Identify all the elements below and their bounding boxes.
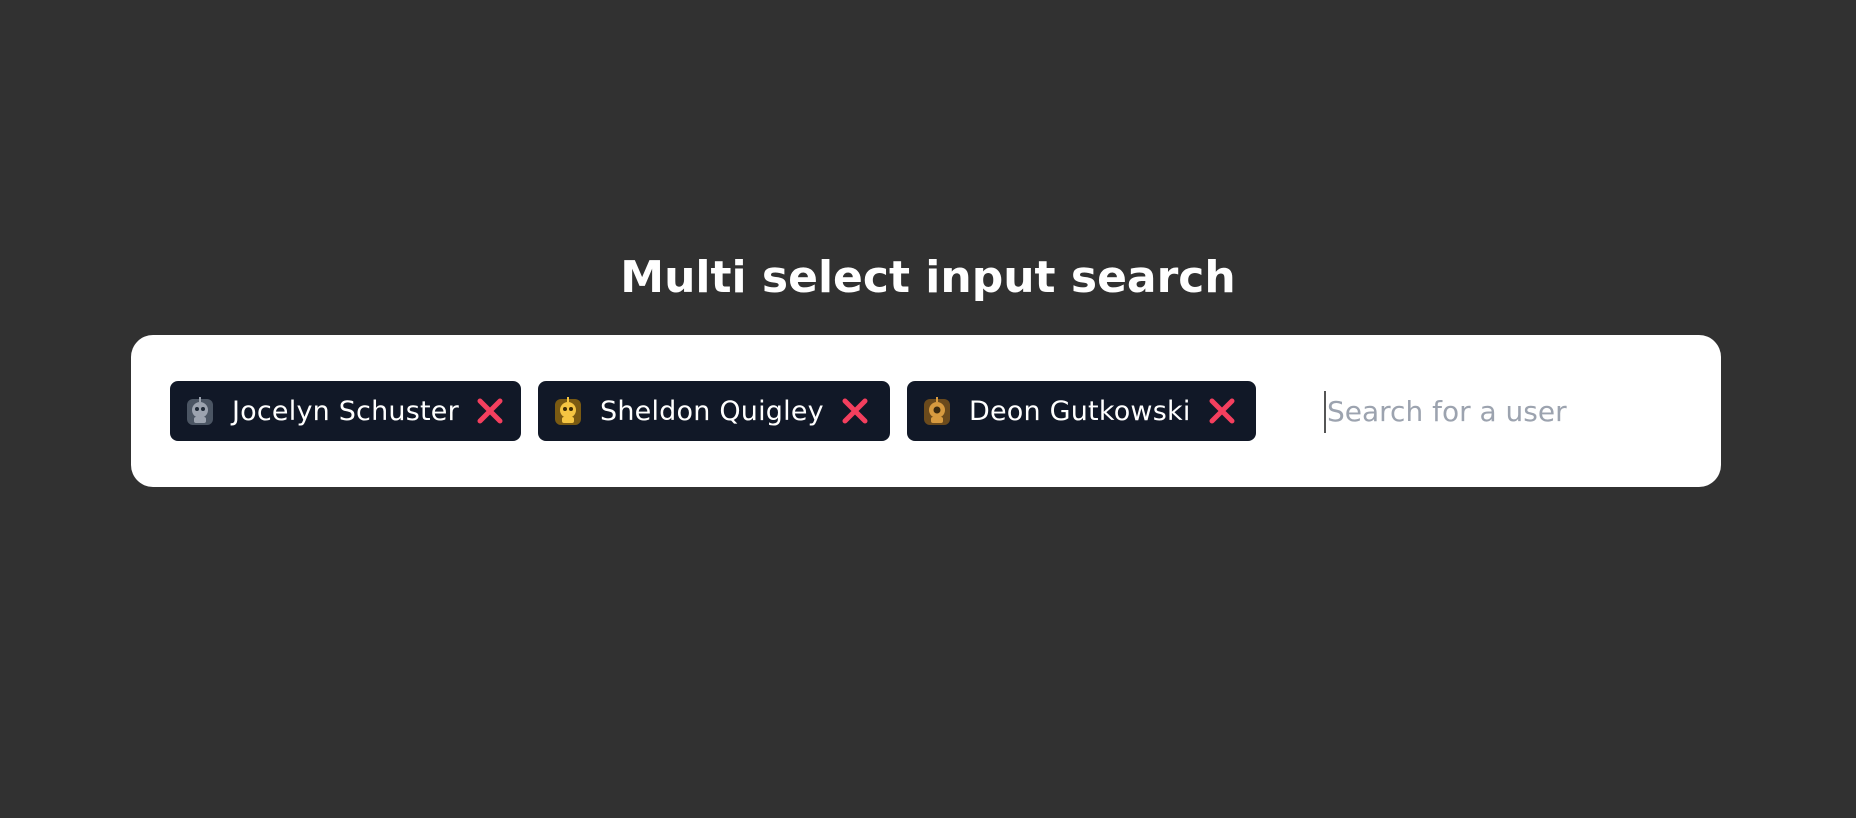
robot-avatar-icon: [187, 397, 213, 425]
close-icon[interactable]: [840, 396, 870, 426]
page-title: Multi select input search: [620, 252, 1236, 303]
multi-select-input[interactable]: Jocelyn Schuster Sheldon Quigley Deon Gu…: [131, 335, 1721, 487]
robot-avatar-icon: [555, 397, 581, 425]
close-icon[interactable]: [1207, 396, 1237, 426]
selected-user-chip: Sheldon Quigley: [538, 381, 890, 441]
selected-user-chip: Deon Gutkowski: [907, 381, 1256, 441]
close-icon[interactable]: [475, 396, 505, 426]
selected-user-name: Deon Gutkowski: [969, 395, 1191, 427]
search-input[interactable]: [1325, 383, 1665, 439]
selected-user-name: Jocelyn Schuster: [232, 395, 459, 427]
selected-user-chip: Jocelyn Schuster: [170, 381, 521, 441]
selected-user-name: Sheldon Quigley: [600, 395, 824, 427]
robot-avatar-icon: [924, 397, 950, 425]
